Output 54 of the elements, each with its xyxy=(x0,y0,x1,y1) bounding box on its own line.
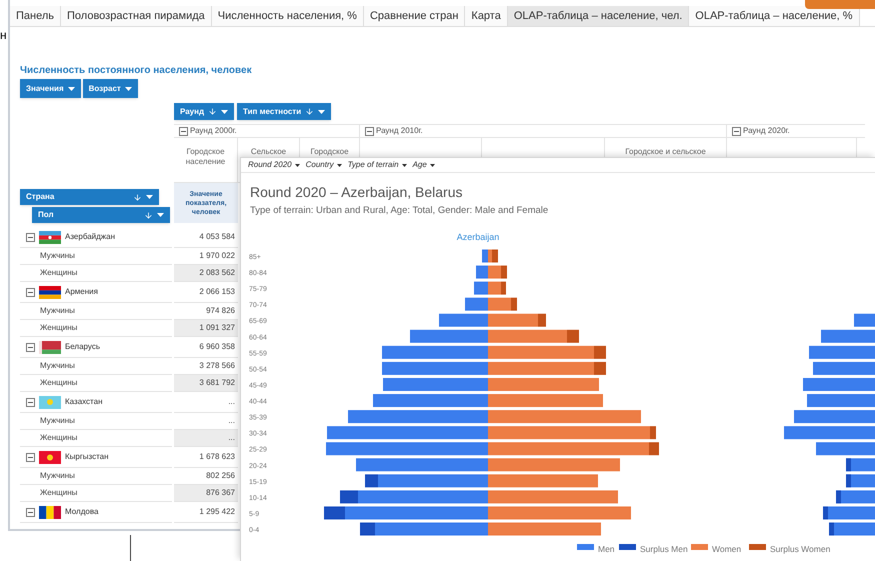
gender-label: Мужчины xyxy=(40,250,75,262)
gender-label: Женщины xyxy=(40,432,78,444)
value-cell: 3 681 792 xyxy=(174,375,238,392)
tab[interactable]: Панель xyxy=(10,6,62,26)
tab[interactable]: Карта xyxy=(465,6,508,26)
group-header: Раунд 2010г. xyxy=(376,125,423,137)
country-name: Беларусь xyxy=(65,341,100,353)
value-cell: 2 083 562 xyxy=(174,265,238,282)
background-text: н xyxy=(0,27,7,44)
value-cell: ... xyxy=(174,430,238,447)
legend-label[interactable]: Surplus Men xyxy=(640,544,688,554)
gender-label: Мужчины xyxy=(40,470,75,482)
filter-dropdown[interactable]: Age xyxy=(412,159,435,171)
country-name: Азербайджан xyxy=(65,231,116,243)
pivot-field-button[interactable]: Страна xyxy=(20,189,159,205)
pivot-field-button[interactable]: Значения xyxy=(20,79,81,98)
gender-label: Женщины xyxy=(40,377,78,389)
value-cell: 1 091 327 xyxy=(174,320,238,337)
chart-subtitle: Type of terrain: Urban and Rural, Age: Total, Gender: Male and Female xyxy=(249,205,550,217)
gender-label: Мужчины xyxy=(40,360,75,372)
filter-dropdown[interactable]: Round 2020 xyxy=(248,159,300,171)
group-header: Раунд 2000г. xyxy=(190,125,237,137)
pivot-field-button[interactable]: Возраст xyxy=(82,79,138,98)
pivot-field-button[interactable]: Раунд xyxy=(174,103,234,120)
country-name: Армения xyxy=(65,286,98,298)
legend-label[interactable]: Men xyxy=(598,544,615,554)
gender-label: Мужчины xyxy=(40,305,75,317)
column-header: Городское xyxy=(310,147,349,157)
tab[interactable]: OLAP-таблица – население, чел. xyxy=(508,6,690,26)
filter-dropdown[interactable]: Type of terrain xyxy=(348,159,407,171)
column-header: Городское и сельское xyxy=(625,147,706,157)
pivot-field-button[interactable]: Тип местности xyxy=(237,103,332,120)
gender-label: Женщины xyxy=(40,267,78,279)
country-name: Молдова xyxy=(65,506,98,518)
value-cell: 876 367 xyxy=(174,485,238,502)
tab[interactable]: Сравнение стран xyxy=(364,6,466,26)
column-header: Сельское xyxy=(250,147,286,157)
pivot-field-button[interactable]: Пол xyxy=(32,207,170,223)
tab[interactable]: OLAP-таблица – население, % xyxy=(689,6,860,26)
chart-title: Round 2020 – Azerbaijan, Belarus xyxy=(249,184,464,201)
group-header: Раунд 2020г. xyxy=(743,125,790,137)
gender-label: Женщины xyxy=(40,487,78,499)
country-name: Кыргызстан xyxy=(65,451,109,463)
tab[interactable]: Численность населения, % xyxy=(212,6,364,26)
gender-label: Женщины xyxy=(40,322,78,334)
chart-panel-title: Azerbaijan xyxy=(456,232,500,242)
column-header: Городское население xyxy=(184,147,226,167)
country-name: Казахстан xyxy=(65,396,102,408)
legend-label[interactable]: Women xyxy=(712,544,742,554)
gender-label: Мужчины xyxy=(40,415,75,427)
report-title: Численность постоянного населения, человек xyxy=(20,65,253,77)
filter-dropdown[interactable]: Country xyxy=(306,159,342,171)
tab[interactable]: Половозрастная пирамида xyxy=(61,6,212,26)
legend-label[interactable]: Surplus Women xyxy=(770,544,830,554)
